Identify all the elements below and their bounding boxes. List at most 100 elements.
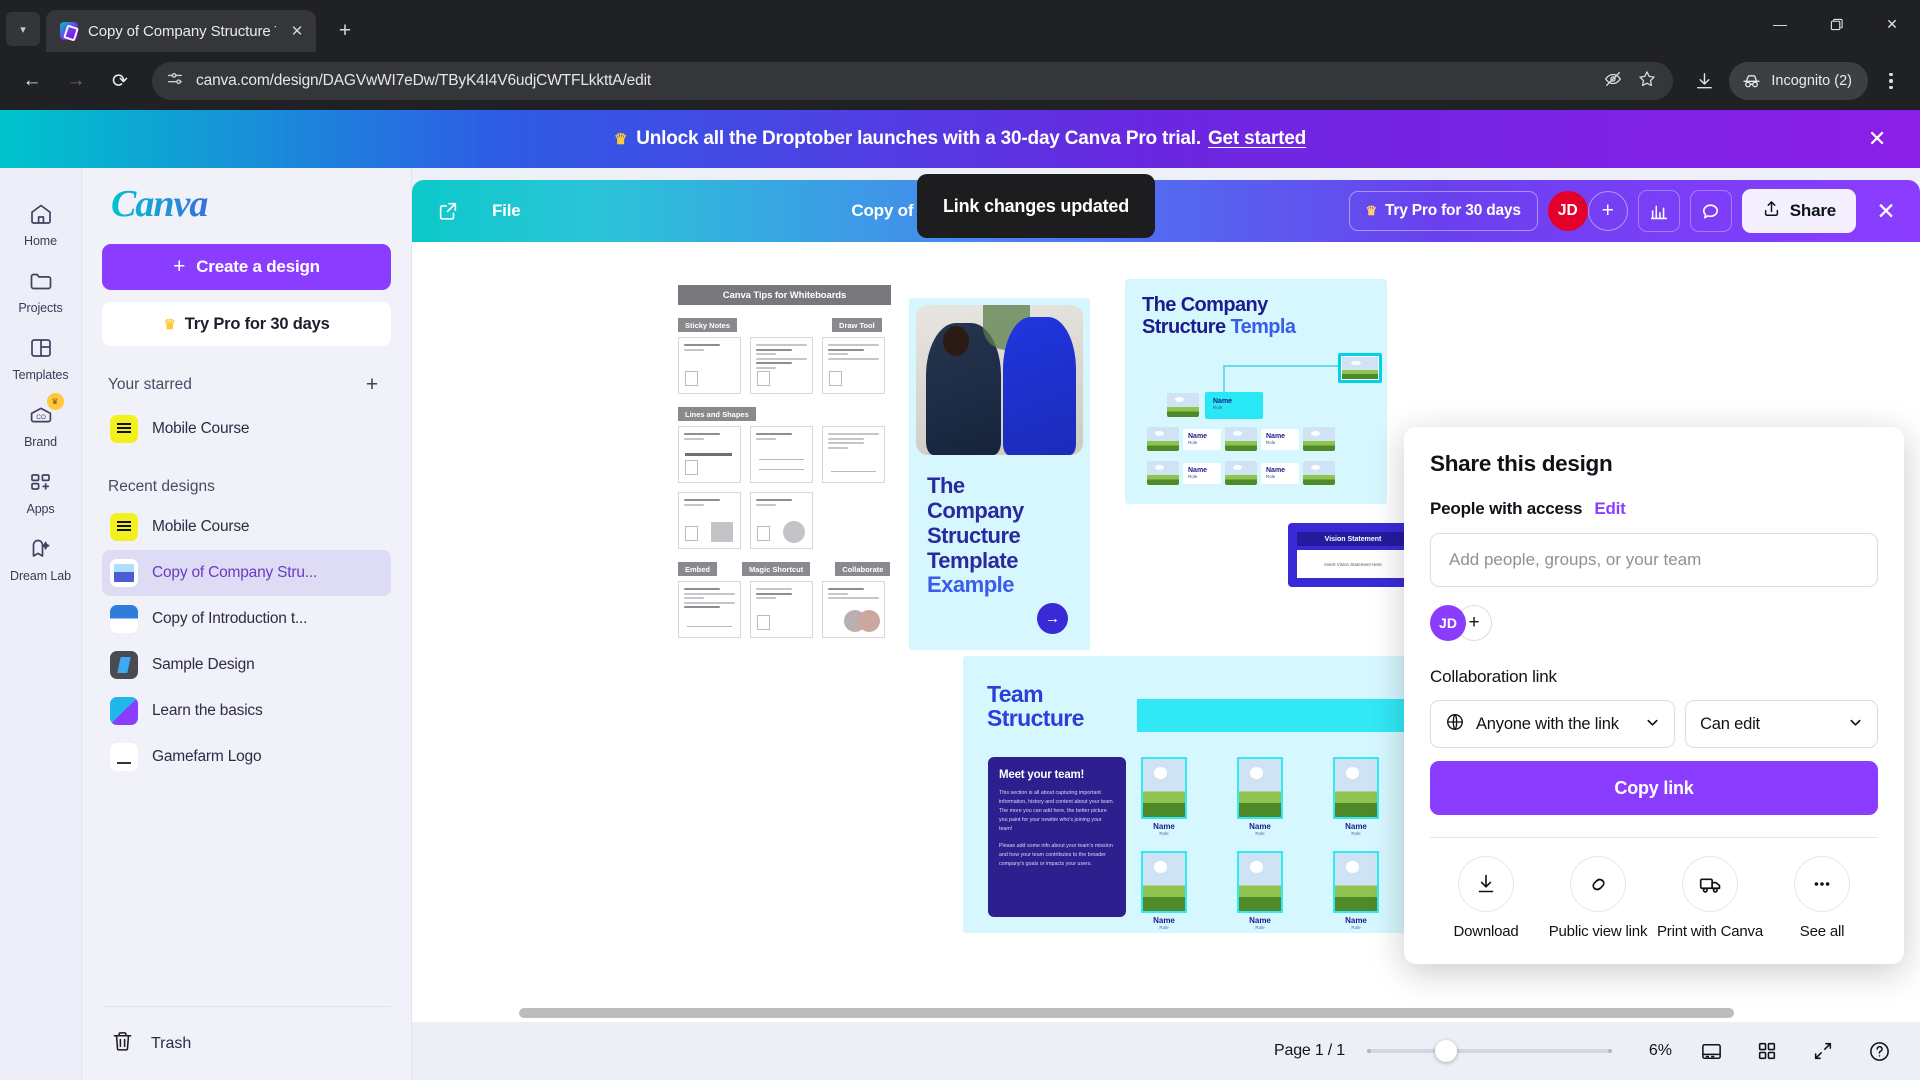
- promo-close-icon[interactable]: ✕: [1862, 124, 1892, 154]
- insights-bar-chart-icon[interactable]: [1637, 190, 1680, 232]
- list-item[interactable]: Mobile Course: [102, 504, 391, 550]
- public-view-link-action[interactable]: Public view link: [1542, 856, 1654, 942]
- scrollbar-thumb[interactable]: [519, 1008, 1734, 1018]
- back-button[interactable]: ←: [12, 61, 52, 101]
- list-item[interactable]: Gamefarm Logo: [102, 734, 391, 780]
- edit-access-link[interactable]: Edit: [1594, 499, 1626, 519]
- cover-card[interactable]: The Company Structure Template Example →: [909, 298, 1090, 650]
- fullscreen-icon[interactable]: [1806, 1034, 1840, 1068]
- rail-item-templates[interactable]: Templates: [5, 324, 77, 389]
- notes-view-icon[interactable]: [1694, 1034, 1728, 1068]
- link-permission-select[interactable]: Can edit: [1685, 700, 1878, 748]
- copy-link-button[interactable]: Copy link: [1430, 761, 1878, 815]
- org-node-selected[interactable]: [1338, 353, 1382, 383]
- add-people-input[interactable]: Add people, groups, or your team: [1430, 533, 1878, 587]
- share-button[interactable]: Share: [1741, 189, 1856, 233]
- url-bar[interactable]: canva.com/design/DAGVwWI7eDw/TByK4I4V6ud…: [152, 62, 1674, 100]
- try-pro-sidebar-button[interactable]: ♛ Try Pro for 30 days: [102, 302, 391, 346]
- reload-button[interactable]: ⟳: [100, 61, 140, 101]
- close-editor-icon[interactable]: ✕: [1866, 191, 1906, 231]
- rail-item-brand[interactable]: CO ♛ Brand: [5, 391, 77, 456]
- tip-card: [678, 426, 741, 483]
- team-member[interactable]: NameRole: [1237, 757, 1283, 836]
- bookmark-star-icon[interactable]: [1637, 69, 1657, 94]
- zoom-percent[interactable]: 6%: [1634, 1042, 1672, 1060]
- team-member[interactable]: NameRole: [1141, 851, 1187, 930]
- zoom-slider[interactable]: [1367, 1040, 1612, 1062]
- team-member[interactable]: NameRole: [1237, 851, 1283, 930]
- new-tab-button[interactable]: +: [328, 14, 362, 48]
- canva-logo[interactable]: Canva: [111, 182, 391, 226]
- folder-icon: [26, 266, 56, 296]
- downloads-icon[interactable]: [1685, 62, 1723, 100]
- window-maximize-button[interactable]: [1808, 0, 1864, 48]
- promo-get-started-link[interactable]: Get started: [1208, 128, 1306, 150]
- file-menu-button[interactable]: File: [478, 192, 535, 230]
- tab-close-icon[interactable]: ✕: [286, 20, 308, 42]
- browser-tab[interactable]: Copy of Company Structure Tem ✕: [46, 10, 316, 52]
- org-node[interactable]: Name Role: [1205, 392, 1263, 419]
- incognito-indicator[interactable]: Incognito (2): [1729, 62, 1868, 100]
- see-all-action[interactable]: See all: [1766, 856, 1878, 942]
- try-pro-toolbar-button[interactable]: ♛ Try Pro for 30 days: [1348, 191, 1538, 231]
- canvas-horizontal-scrollbar[interactable]: [412, 1008, 1920, 1018]
- list-item[interactable]: Copy of Company Stru...: [102, 550, 391, 596]
- page-indicator: Page 1 / 1: [1274, 1042, 1345, 1059]
- org-node[interactable]: Name Role: [1183, 429, 1221, 450]
- design-name: Copy of Introduction t...: [152, 610, 308, 627]
- zoom-knob[interactable]: [1435, 1040, 1457, 1062]
- whiteboard-tips-sheet[interactable]: Canva Tips for Whiteboards Sticky Notes D…: [678, 285, 891, 638]
- design-thumbnail: [110, 651, 138, 679]
- rail-item-home[interactable]: Home: [5, 190, 77, 255]
- vision-body[interactable]: Insert Vision Statement Here: [1297, 550, 1409, 578]
- eye-slash-icon[interactable]: [1603, 69, 1623, 94]
- org-node[interactable]: Name Role: [1261, 429, 1299, 450]
- design-thumbnail: [110, 697, 138, 725]
- member-name: Name: [1153, 822, 1175, 831]
- comment-icon[interactable]: [1689, 190, 1732, 232]
- org-node[interactable]: Name Role: [1261, 463, 1299, 484]
- add-collaborator-button[interactable]: +: [1587, 191, 1628, 231]
- link-access-select[interactable]: Anyone with the link: [1430, 700, 1676, 748]
- list-item[interactable]: Copy of Introduction t...: [102, 596, 391, 642]
- site-info-icon[interactable]: [166, 70, 184, 93]
- browser-menu-icon[interactable]: [1874, 62, 1908, 100]
- node-name: Name: [1213, 398, 1233, 405]
- crown-icon: ♛: [1365, 203, 1378, 218]
- team-member[interactable]: NameRole: [1333, 757, 1379, 836]
- team-member[interactable]: NameRole: [1333, 851, 1379, 930]
- member-name: Name: [1249, 916, 1271, 925]
- window-minimize-button[interactable]: —: [1752, 0, 1808, 48]
- list-item[interactable]: Learn the basics: [102, 688, 391, 734]
- org-chart-board[interactable]: The Company Structure Templa Name Role N…: [1125, 279, 1387, 504]
- rail-item-dream-lab[interactable]: Dream Lab: [5, 525, 77, 590]
- cover-line: The: [927, 473, 965, 498]
- expand-external-icon[interactable]: [428, 191, 468, 231]
- download-action[interactable]: Download: [1430, 856, 1542, 942]
- avatar[interactable]: JD: [1430, 605, 1466, 641]
- tab-search-caret-icon[interactable]: ▾: [6, 12, 40, 46]
- tips-card-row: [678, 426, 891, 483]
- member-photo: [1237, 851, 1283, 913]
- avatar[interactable]: JD: [1547, 191, 1588, 231]
- divider: [1430, 837, 1878, 838]
- tip-card: [822, 337, 885, 394]
- canva-editor: File Copy of Company Stru ♛ Try Pro for …: [412, 168, 1920, 1080]
- forward-button[interactable]: →: [56, 61, 96, 101]
- grid-view-icon[interactable]: [1750, 1034, 1784, 1068]
- rail-item-projects[interactable]: Projects: [5, 257, 77, 322]
- create-design-button[interactable]: + Create a design: [102, 244, 391, 290]
- list-item[interactable]: Mobile Course: [102, 406, 391, 452]
- node-name: Name: [1266, 467, 1286, 474]
- org-node[interactable]: Name Role: [1183, 463, 1221, 484]
- list-item[interactable]: Sample Design: [102, 642, 391, 688]
- meet-your-team-card[interactable]: Meet your team! This section is all abou…: [988, 757, 1126, 917]
- rail-item-apps[interactable]: Apps: [5, 458, 77, 523]
- sidebar-item-trash[interactable]: Trash: [102, 1006, 391, 1080]
- add-starred-button[interactable]: +: [359, 372, 385, 398]
- next-arrow-icon[interactable]: →: [1037, 603, 1068, 634]
- print-with-canva-action[interactable]: Print with Canva: [1654, 856, 1766, 942]
- help-icon[interactable]: [1862, 1034, 1896, 1068]
- team-member[interactable]: NameRole: [1141, 757, 1187, 836]
- window-close-button[interactable]: ✕: [1864, 0, 1920, 48]
